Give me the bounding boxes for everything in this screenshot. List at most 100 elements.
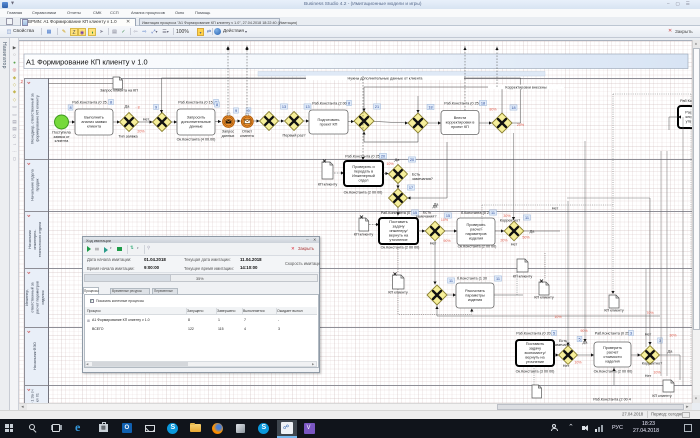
svg-text:Раб.Константа (0 25.: Раб.Константа (0 25. [72,101,108,105]
svg-text:20%: 20% [517,123,525,127]
svg-text:Нет: Нет [511,243,518,247]
svg-text:клиента: клиента [240,134,255,138]
svg-text:90%: 90% [443,239,451,243]
svg-text:Поставить: Поставить [526,342,544,346]
svg-text:18: 18 [481,102,485,106]
svg-text:Запросить: Запросить [187,116,205,120]
svg-text:О 1 За сч: О 1 За сч [30,389,34,404]
svg-text:КП клиенту: КП клиенту [604,309,624,313]
svg-text:Внести: Внести [454,116,467,120]
svg-text:Раб.Константа (0 15.: Раб.Константа (0 15. [178,101,214,105]
svg-text:КП клиенту: КП клиенту [318,183,338,187]
svg-text:Первый раз?: Первый раз? [283,134,306,138]
svg-text:Да: Да [530,230,536,234]
svg-text:30%: 30% [669,334,677,338]
svg-text:5: 5 [578,338,580,342]
svg-text:- 8: - 8 [135,106,139,110]
svg-text:Нет: Нет [645,374,652,378]
svg-text:расчет параметров: расчет параметров [36,281,40,314]
svg-text:Подготовить: Подготовить [318,118,340,122]
svg-text:КП клиенту: КП клиенту [354,233,374,237]
svg-text:передать в: передать в [354,169,373,173]
svg-text:изделия: изделия [605,359,619,363]
svg-text:кл 01: кл 01 [36,393,40,402]
svg-text:8: 8 [69,106,71,110]
svg-text:Поставить: Поставить [389,220,407,224]
svg-text:Раб Кон: Раб Кон [680,99,692,103]
svg-text:10%: 10% [441,218,449,222]
svg-text:18: 18 [511,106,515,110]
svg-text:клиента: клиента [87,125,102,129]
svg-text:Да: Да [125,105,131,109]
svg-text:параметров: параметров [466,232,487,236]
svg-text:Нет: Нет [430,242,437,246]
svg-text:Начальник ФЭО: Начальник ФЭО [33,342,37,370]
svg-text:Инженерный: Инженерный [352,174,375,178]
svg-text:инженерно-: инженерно- [33,229,37,250]
svg-text:9: 9 [235,109,237,113]
svg-text:10%: 10% [554,315,562,319]
svg-text:КП клиенту: КП клиенту [652,394,672,398]
svg-text:дополнительные: дополнительные [181,120,211,124]
svg-text:отдел: отдел [358,178,368,182]
svg-text:Раб.Константа (0 20.: Раб.Константа (0 20. [516,332,552,336]
svg-text:Раб.Константа (2 00 4: Раб.Константа (2 00 4 [593,398,631,402]
svg-text:20: 20 [410,158,414,162]
svg-text:17: 17 [409,186,413,190]
svg-text:изделия: изделия [469,236,483,240]
svg-text:10%: 10% [386,162,394,166]
svg-text:8: 8 [348,102,350,106]
svg-text:замечания?: замечания? [416,215,437,219]
svg-text:Нужны дополнительные данные от: Нужны дополнительные данные от клиента [348,76,424,80]
svg-text:Нет: Нет [143,118,150,122]
svg-text:Ок.Константа (4 00.00): Ок.Константа (4 00.00) [177,138,216,142]
svg-text:Менеджер, ответственный за: Менеджер, ответственный за [30,92,34,143]
svg-text:расчет: расчет [607,350,619,354]
svg-text:Тип заявка: Тип заявка [118,135,138,139]
svg-text:корректировки в: корректировки в [446,121,475,125]
svg-text:данные: данные [189,125,202,129]
svg-text:Корректировки внесены: Корректировки внесены [505,85,546,89]
svg-text:анализ заявки: анализ заявки [81,120,106,124]
svg-text:технического отдела: технического отдела [38,221,42,257]
svg-text:Инженер,: Инженер, [25,289,29,305]
svg-text:вернуть на: вернуть на [389,234,409,238]
svg-text:20%: 20% [500,239,508,243]
svg-text:экономисту/: экономисту/ [524,351,546,355]
svg-text:проект КП: проект КП [320,122,338,126]
svg-text:Ок.Константа (2 00 00): Ок.Константа (2 00 00) [458,245,497,249]
svg-text:стоимости: стоимости [603,355,621,359]
svg-text:Проверить: Проверить [467,223,486,227]
svg-text:Нет: Нет [563,364,570,368]
svg-text:формирование КП клиенту: формирование КП клиенту [36,95,40,141]
svg-text:Начальник отдела: Начальник отдела [30,168,34,200]
svg-text:2: 2 [21,79,24,84]
svg-text:15: 15 [446,214,450,218]
svg-text:инженеру/: инженеру/ [389,229,408,233]
svg-text:Запрос клиента на КП: Запрос клиента на КП [100,89,138,93]
svg-text:кли: кли [685,115,691,119]
svg-text:11: 11 [496,277,500,281]
svg-text:КП клиенту: КП клиенту [513,275,533,279]
svg-text:уточнение: уточнение [526,360,544,364]
svg-text:Ок.Константа (2 00 00): Ок.Константа (2 00 00) [344,191,383,195]
svg-text:Есть: Есть [412,173,420,177]
svg-text:б.Константа (1 30: б.Константа (1 30 [457,277,487,281]
svg-text:20%: 20% [137,130,145,134]
svg-text:Раб.Константа (0 25: Раб.Константа (0 25 [595,332,629,336]
svg-text:Раб.Константа (0 15: Раб.Константа (0 15 [381,211,415,215]
svg-text:уточнение: уточнение [389,238,407,242]
svg-text:Начальник: Начальник [28,230,32,249]
svg-text:Рассчитать: Рассчитать [465,289,485,293]
svg-text:10%: 10% [653,371,661,375]
svg-text:Выполнить: Выполнить [84,116,104,120]
svg-text:Проверить: Проверить [603,346,622,350]
svg-text:Раб.Константа (2 00.: Раб.Константа (2 00. [312,102,348,106]
svg-text:90%: 90% [580,329,588,333]
svg-text:11: 11 [525,216,529,220]
svg-text:расчет: расчет [470,227,482,231]
svg-text:50%: 50% [522,236,530,240]
svg-text:задачу: задачу [529,347,541,351]
svg-text:13: 13 [282,105,286,109]
svg-text:продаж: продаж [36,178,40,191]
